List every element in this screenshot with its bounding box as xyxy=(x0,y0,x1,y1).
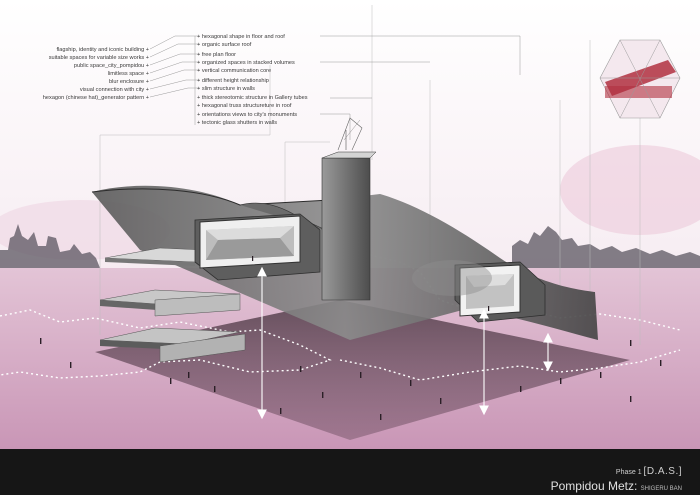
right-label: + free plan floor xyxy=(197,52,236,58)
left-label: public space_city_pompidou + xyxy=(74,63,149,69)
left-label: visual connection with city + xyxy=(80,87,149,93)
right-label: + different height relationship xyxy=(197,78,269,84)
architecture-diagram: flagship, identity and iconic building +… xyxy=(0,0,700,449)
right-label: + orientations views to city's monuments xyxy=(197,112,297,118)
architect-name: SHIGERU BAN xyxy=(640,486,682,492)
phase-prefix: Phase 1 xyxy=(615,469,642,476)
right-label: + hexagonal truss structureture in roof xyxy=(197,103,292,109)
left-label: limitless space + xyxy=(108,71,149,77)
right-label: + slim structure in walls xyxy=(197,86,255,92)
diagram-canvas: flagship, identity and iconic building +… xyxy=(0,0,700,495)
left-label: blur enclosure + xyxy=(109,79,149,85)
project-title: Pompidou Metz: SHIGERU BAN xyxy=(551,479,682,493)
left-label: suitable spaces for variable size works … xyxy=(49,55,149,61)
right-label: + organized spaces in stacked volumes xyxy=(197,60,295,66)
right-label: + thick stereotomic structure in Gallery… xyxy=(197,95,308,101)
phase-label: Phase 1 [D.A.S.] xyxy=(616,466,682,477)
phase-code: [D.A.S.] xyxy=(643,466,682,477)
left-label: hexagon (chinese hat)_generator pattern … xyxy=(43,95,149,101)
right-label: + vertical communication core xyxy=(197,68,271,74)
right-label: + hexagonal shape in floor and roof xyxy=(197,34,285,40)
project-name: Pompidou Metz: xyxy=(550,479,638,493)
right-label: + organic surface roof xyxy=(197,42,252,48)
hexagon-opening xyxy=(412,260,492,296)
left-label: flagship, identity and iconic building + xyxy=(56,47,149,53)
gallery-tube-upper xyxy=(194,213,321,281)
right-label: + tectonic glass shutters in walls xyxy=(197,120,277,126)
